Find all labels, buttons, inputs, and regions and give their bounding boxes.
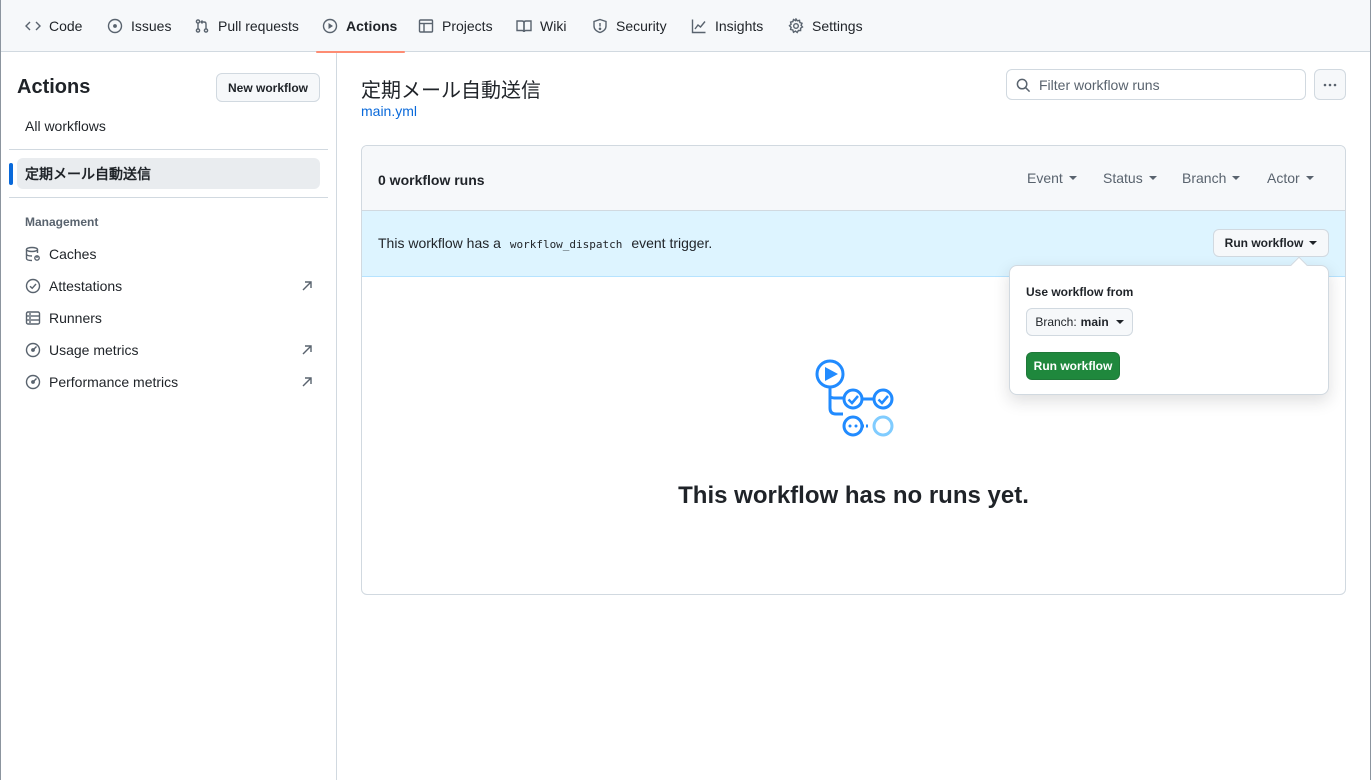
branch-filter[interactable]: Branch	[1182, 170, 1241, 186]
tab-label: Code	[49, 18, 83, 34]
sidebar-item-label: Runners	[49, 310, 102, 326]
table-icon	[418, 19, 434, 33]
branch-prefix: Branch:	[1035, 315, 1077, 329]
tab-code[interactable]: Code	[25, 0, 82, 52]
triangle-down-icon	[1309, 241, 1318, 245]
sidebar-item-active-workflow[interactable]: 定期メール自動送信	[17, 158, 320, 189]
filter-label: Event	[1027, 170, 1063, 186]
sidebar-title: Actions	[17, 76, 91, 98]
filter-label: Branch	[1182, 170, 1227, 186]
run-workflow-label: Run workflow	[1224, 236, 1304, 250]
triangle-down-icon	[1305, 176, 1314, 180]
branch-value: main	[1080, 315, 1109, 329]
meter-icon	[25, 374, 41, 390]
play-icon	[322, 18, 338, 34]
sidebar-item-runners[interactable]: Runners	[25, 306, 315, 330]
blank-state-message: This workflow has no runs yet.	[678, 482, 1029, 509]
search-icon	[1016, 78, 1031, 93]
tab-label: Issues	[131, 18, 172, 34]
sidebar-item-label: Performance metrics	[49, 374, 179, 390]
tab-issues[interactable]: Issues	[107, 0, 171, 52]
arrow-up-right-icon	[302, 345, 312, 355]
tab-label: Insights	[715, 18, 764, 34]
shield-icon	[593, 18, 607, 34]
dispatch-prefix: This workflow has a	[378, 235, 501, 251]
sidebar-item-label: Caches	[49, 246, 97, 262]
run-workflow-dropdown-button[interactable]: Run workflow	[1213, 229, 1329, 257]
issue-opened-icon	[107, 18, 123, 34]
sidebar-item-label: Usage metrics	[49, 342, 139, 358]
run-workflow-button[interactable]: Run workflow	[1026, 352, 1120, 380]
tab-pull-requests[interactable]: Pull requests	[194, 0, 299, 52]
sidebar-item-all-workflows[interactable]: All workflows	[25, 118, 106, 134]
branch-select-button[interactable]: Branch: main	[1026, 308, 1133, 336]
runs-header: 0 workflow runs Event Status Branch Acto…	[362, 146, 1345, 211]
kebab-horizontal-icon	[1323, 83, 1337, 86]
tab-projects[interactable]: Projects	[418, 0, 493, 52]
filter-label: Status	[1103, 170, 1143, 186]
page-title: 定期メール自動送信	[361, 80, 541, 102]
tab-label: Settings	[812, 18, 863, 34]
sidebar-item-caches[interactable]: Caches	[25, 242, 315, 266]
tab-label: Pull requests	[218, 18, 299, 34]
tab-insights[interactable]: Insights	[691, 0, 763, 52]
code-icon	[25, 21, 41, 31]
graph-icon	[691, 19, 706, 34]
triangle-down-icon	[1148, 176, 1157, 180]
actor-filter[interactable]: Actor	[1267, 170, 1314, 186]
dispatch-text: This workflow has a workflow_dispatch ev…	[378, 235, 712, 251]
arrow-up-right-icon	[302, 281, 312, 291]
triangle-down-icon	[1068, 176, 1077, 180]
new-workflow-button[interactable]: New workflow	[216, 73, 320, 102]
tab-label: Projects	[442, 18, 493, 34]
gear-icon	[788, 18, 804, 34]
sidebar-divider	[9, 197, 328, 198]
runs-count: 0 workflow runs	[378, 172, 485, 188]
sidebar-divider	[9, 149, 328, 150]
tab-label: Security	[616, 18, 667, 34]
sidebar-item-usage-metrics[interactable]: Usage metrics	[25, 338, 315, 362]
dispatch-code: workflow_dispatch	[509, 238, 623, 251]
run-workflow-popover: Use workflow from Branch: main Run workf…	[1009, 265, 1329, 395]
workflow-illustration-icon	[815, 359, 894, 437]
tab-wiki[interactable]: Wiki	[516, 0, 566, 52]
tab-actions[interactable]: Actions	[315, 0, 406, 53]
filter-label: Actor	[1267, 170, 1300, 186]
search-input[interactable]	[1039, 76, 1289, 93]
tab-security[interactable]: Security	[592, 0, 667, 52]
filter-workflow-runs[interactable]	[1006, 69, 1306, 100]
arrow-up-right-icon	[302, 377, 312, 387]
more-options-button[interactable]	[1314, 69, 1346, 100]
status-filter[interactable]: Status	[1103, 170, 1157, 186]
use-workflow-from-label: Use workflow from	[1026, 285, 1134, 299]
tab-label: Actions	[346, 18, 398, 34]
sidebar-item-attestations[interactable]: Attestations	[25, 274, 315, 298]
sidebar-item-performance-metrics[interactable]: Performance metrics	[25, 370, 315, 394]
repo-nav: Code Issues Pull requests Actions Projec…	[1, 0, 1370, 53]
management-heading: Management	[25, 215, 99, 229]
active-indicator	[9, 163, 13, 185]
meter-icon	[25, 342, 41, 358]
database-icon	[25, 246, 40, 262]
tab-settings[interactable]: Settings	[788, 0, 863, 52]
verified-icon	[25, 278, 41, 294]
book-icon	[516, 20, 532, 33]
triangle-down-icon	[1115, 320, 1124, 324]
tab-label: Wiki	[540, 18, 567, 34]
workflow-file-link[interactable]: main.yml	[361, 103, 417, 119]
sidebar-item-label: Attestations	[49, 278, 123, 294]
git-pull-request-icon	[195, 19, 209, 33]
event-filter[interactable]: Event	[1027, 170, 1077, 186]
dispatch-suffix: event trigger.	[631, 235, 713, 251]
actions-sidebar: Actions New workflow All workflows 定期メール…	[1, 53, 337, 780]
server-icon	[25, 311, 41, 325]
triangle-down-icon	[1232, 176, 1241, 180]
